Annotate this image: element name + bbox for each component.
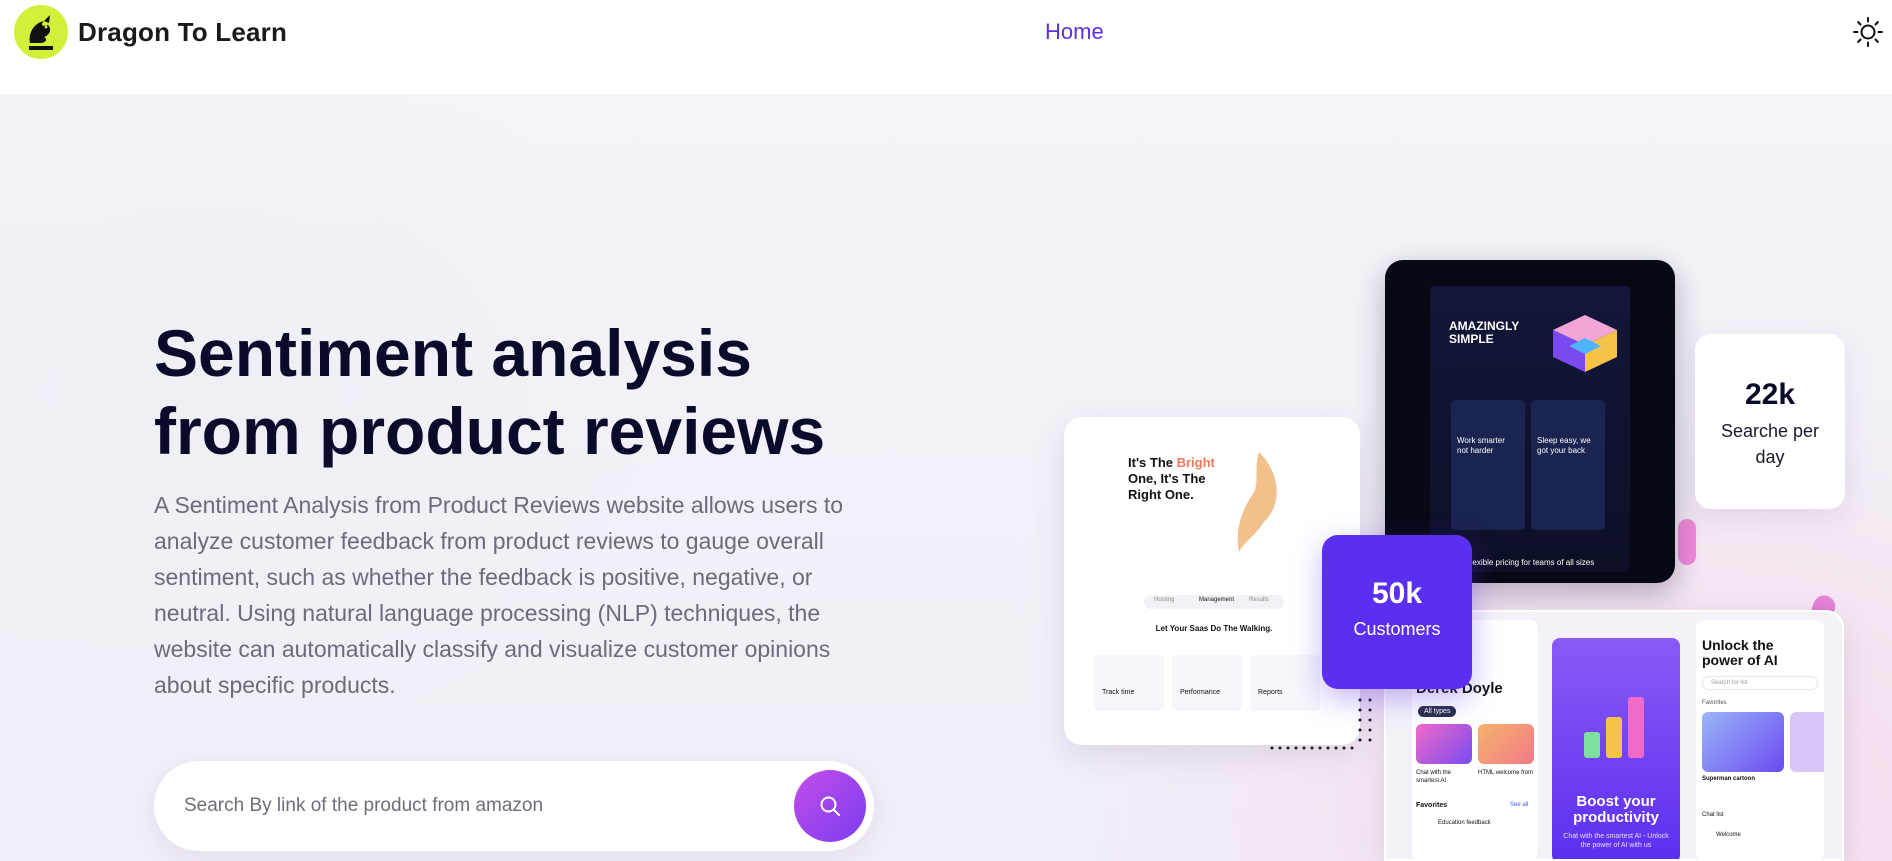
stat-card-customers: 50k Customers [1322, 535, 1472, 689]
app-item-1: Chat with the smartest AI [1416, 770, 1452, 784]
light-card-heading: It's The Bright One, It's The Right One. [1128, 455, 1215, 502]
app-see-all[interactable]: See all [1510, 802, 1528, 808]
light-tab-3: Results [1249, 597, 1270, 603]
app-fav-item: Education feedback [1438, 820, 1491, 826]
stat-value: 22k [1744, 378, 1796, 411]
light-tab-1: Hosting [1154, 597, 1175, 603]
app-chat-list: Chat list [1702, 812, 1724, 818]
cube-illustration-icon [1553, 315, 1617, 372]
app-right-item: Superman cartoon [1702, 776, 1756, 782]
stat-value: 50k [1371, 577, 1423, 610]
navbar: Dragon To Learn Home [0, 0, 1892, 94]
app-chip: All types [1418, 706, 1457, 717]
app-favorites: Favorites [1416, 802, 1448, 809]
sun-icon[interactable] [1852, 16, 1884, 48]
light-tab-2: Management [1199, 597, 1235, 603]
app-promo-title: Boost your productivity [1573, 793, 1659, 826]
hero-title-line2: from product reviews [154, 394, 826, 468]
hero-title-line1: Sentiment analysis [154, 316, 752, 390]
dark-card-footer: Flexible pricing for teams of all sizes [1465, 558, 1595, 567]
hero-title: Sentiment analysis from product reviews [154, 314, 914, 470]
dark-card-box2: Sleep easy, we got your back [1537, 436, 1591, 455]
app-item-2: HTML welcome from [1478, 770, 1534, 776]
dark-card-heading: AMAZINGLY SIMPLE [1449, 319, 1520, 346]
search-input[interactable] [184, 789, 744, 823]
search-icon [820, 796, 840, 816]
stat-label: Customers [1353, 619, 1441, 639]
brand-name: Dragon To Learn [78, 16, 288, 47]
dot-pattern [1270, 698, 1372, 750]
app-welcome: Welcome [1716, 832, 1741, 838]
stat-label: Searche per day [1720, 421, 1820, 467]
hero-description: A Sentiment Analysis from Product Review… [154, 492, 844, 698]
app-right-favorites: Favorites [1702, 700, 1727, 706]
decorative-shape [1678, 519, 1696, 565]
feature-track-time: Track time [1102, 689, 1135, 696]
abstract-shape-icon [1237, 452, 1277, 552]
app-right-title: Unlock the power of AI [1702, 637, 1778, 668]
dragon-logo-icon [14, 5, 68, 59]
feature-performance: Performance [1180, 689, 1221, 696]
search-bar [154, 761, 874, 851]
nav-home-link[interactable]: Home [1045, 19, 1104, 45]
app-right-search[interactable]: Search for list [1702, 676, 1818, 690]
light-card-section-title: Let Your Saas Do The Walking. [1155, 624, 1273, 633]
dark-card-box1: Work smarter not harder [1457, 436, 1505, 455]
bar-illustration-icon [1584, 697, 1644, 758]
stat-card-searches: 22k Searche per day [1695, 334, 1845, 509]
brand[interactable]: Dragon To Learn [14, 5, 287, 59]
app-promo-sub: Chat with the smartest AI - Unlock the p… [1563, 833, 1669, 849]
search-button[interactable] [794, 770, 866, 842]
